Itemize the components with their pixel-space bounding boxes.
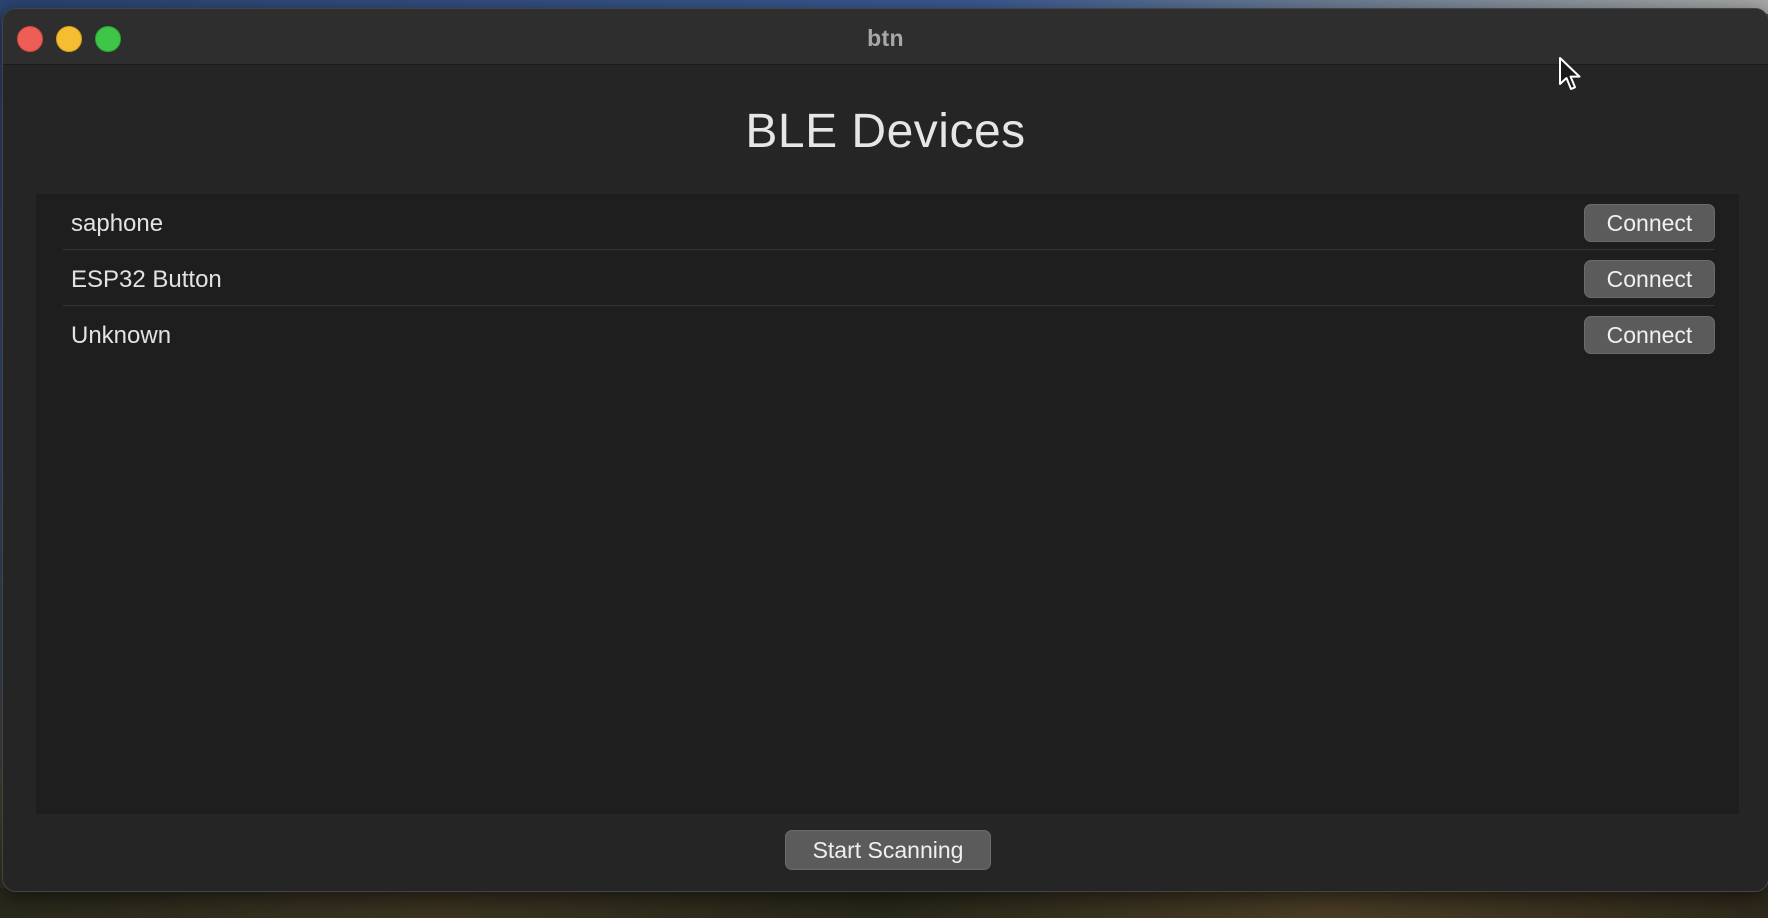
- desktop-background-bottom: [0, 888, 1768, 918]
- mouse-pointer-icon: [1559, 57, 1581, 90]
- page-title: BLE Devices: [745, 105, 1026, 158]
- connect-button[interactable]: Connect: [1584, 316, 1715, 354]
- device-row: Unknown Connect: [63, 306, 1715, 361]
- connect-button[interactable]: Connect: [1584, 204, 1715, 242]
- device-list: saphone Connect ESP32 Button Connect Unk…: [36, 194, 1739, 814]
- connect-button[interactable]: Connect: [1584, 260, 1715, 298]
- app-window: btn BLE Devices saphone Connect ESP32 Bu…: [2, 8, 1768, 892]
- device-row: saphone Connect: [63, 194, 1715, 250]
- device-name: saphone: [71, 210, 164, 237]
- device-name: ESP32 Button: [71, 266, 222, 293]
- start-scanning-button[interactable]: Start Scanning: [785, 830, 991, 870]
- window-title: btn: [867, 25, 904, 51]
- device-row: ESP32 Button Connect: [63, 250, 1715, 306]
- device-name: Unknown: [71, 322, 172, 349]
- title-bar[interactable]: btn: [3, 9, 1768, 65]
